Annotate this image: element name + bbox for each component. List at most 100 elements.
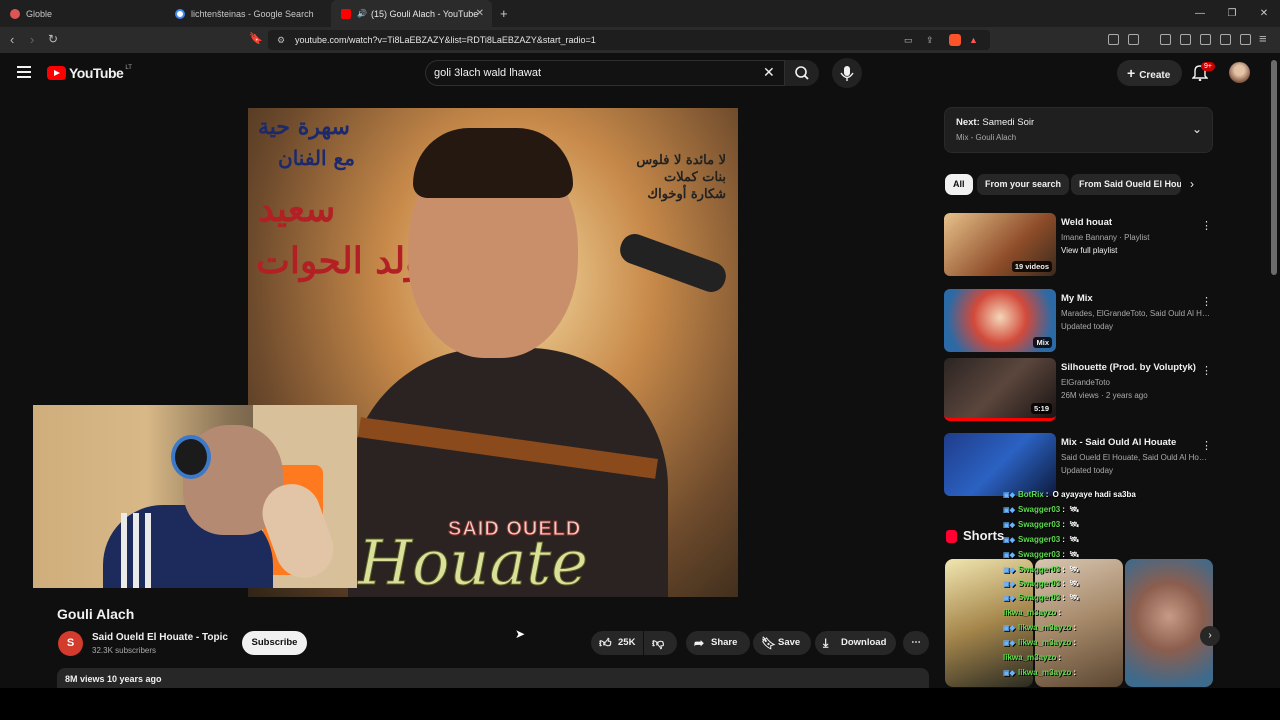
rewards-icon[interactable]: ▲ xyxy=(969,30,978,50)
like-button[interactable]: 👍︎ 25K xyxy=(591,631,643,655)
video-overlay-name: SAID OUELD xyxy=(447,518,582,541)
tab-globle[interactable]: Globle xyxy=(0,0,165,27)
chat-badge-icon: ▣◆ xyxy=(1003,567,1015,574)
share-page-icon[interactable]: ⇪ xyxy=(926,30,934,50)
recommendation-thumbnail[interactable]: 19 videos xyxy=(944,213,1056,276)
recommendation-thumbnail[interactable]: Mix xyxy=(944,289,1056,352)
tab-youtube[interactable]: 🔊 (15) Gouli Alach - YouTube ✕ xyxy=(331,0,492,27)
channel-name[interactable]: Said Oueld El Houate - Topic xyxy=(92,632,228,643)
restore-icon[interactable]: ❐ xyxy=(1216,0,1248,27)
chat-username: likwa_m3ayzo xyxy=(1018,638,1072,647)
recommendation-title[interactable]: Silhouette (Prod. by Voluptyk) xyxy=(1061,362,1201,373)
recommendation-item[interactable]: 5:19 Silhouette (Prod. by Voluptyk) ElGr… xyxy=(944,358,1214,422)
create-button[interactable]: + Create xyxy=(1117,60,1182,86)
chat-username: Swagger03 xyxy=(1018,520,1061,529)
kebab-menu-icon[interactable]: ⋮ xyxy=(1201,364,1212,377)
account-avatar[interactable] xyxy=(1229,62,1250,83)
recommendation-thumbnail[interactable] xyxy=(944,433,1056,496)
chip-all[interactable]: All xyxy=(945,174,973,195)
share-label: Share xyxy=(711,637,738,648)
clear-search-icon[interactable]: ✕ xyxy=(763,64,775,81)
reader-icon[interactable] xyxy=(1128,34,1139,45)
next-subtitle: Mix - Gouli Alach xyxy=(956,133,1017,142)
recommendation-item[interactable]: Mix - Said Ould Al Houate Said Oueld El … xyxy=(944,433,1214,497)
music-icon[interactable] xyxy=(1160,34,1171,45)
cast-icon[interactable]: ▭ xyxy=(904,30,913,50)
browser-nav-bar: ‹ › ↻ 🔖 ⚙ youtube.com/watch?v=Ti8LaEBZAZ… xyxy=(0,27,1280,53)
recommendation-title[interactable]: Weld houat xyxy=(1061,217,1201,228)
page-scrollbar[interactable] xyxy=(1271,60,1277,275)
back-icon[interactable]: ‹ xyxy=(10,32,14,47)
chat-username: likwa_m3ayzo xyxy=(1003,608,1057,617)
short-thumbnail[interactable] xyxy=(1125,559,1213,687)
jersey-stripe xyxy=(121,513,127,588)
shorts-next-button[interactable]: › xyxy=(1200,626,1220,646)
thumbs-up-icon: 👍︎ xyxy=(599,636,612,650)
recommendation-channel: Marades, ElGrandeToto, Said Ould Al Houa… xyxy=(1061,309,1211,318)
search-input[interactable]: goli 3lach wald lhawat xyxy=(425,60,785,86)
recommendation-thumbnail[interactable]: 5:19 xyxy=(944,358,1056,421)
chip-from-your-search[interactable]: From your search xyxy=(977,174,1070,195)
wallet-icon[interactable] xyxy=(1200,34,1211,45)
chat-badge-icon: ▣◆ xyxy=(1003,625,1015,632)
recommendation-item[interactable]: Mix My Mix Marades, ElGrandeToto, Said O… xyxy=(944,289,1214,353)
save-button[interactable]: 🔖︎ Save xyxy=(753,631,811,655)
chat-emote-icon: 🛰 xyxy=(1069,593,1080,602)
sidebar-toggle-icon[interactable] xyxy=(1180,34,1191,45)
vpn-icon[interactable] xyxy=(1240,34,1251,45)
tab-google-search[interactable]: lichtenšteinas - Google Search xyxy=(165,0,330,27)
share-button[interactable]: ➦ Share xyxy=(686,631,750,655)
brave-shield-icon[interactable] xyxy=(949,34,961,46)
search-icon xyxy=(795,66,809,80)
chat-text: O ayayaye hadi sa3ba xyxy=(1052,490,1136,499)
close-tab-icon[interactable]: ✕ xyxy=(476,8,484,19)
menu-icon[interactable]: ≡ xyxy=(1259,31,1267,46)
chat-badge-icon: ▣◆ xyxy=(1003,595,1015,602)
minimize-icon[interactable]: — xyxy=(1184,0,1216,27)
youtube-logo[interactable]: YouTube LT xyxy=(47,65,132,81)
kebab-menu-icon[interactable]: ⋮ xyxy=(1201,219,1212,232)
extensions-icon[interactable] xyxy=(1108,34,1119,45)
more-actions-button[interactable]: ⋯ xyxy=(903,631,929,655)
recommendation-channel: ElGrandeToto xyxy=(1061,378,1110,387)
chat-message: ▣◆ likwa_m3ayzo: xyxy=(1003,668,1077,677)
notification-count-badge: 9+ xyxy=(1201,62,1215,71)
up-next-panel[interactable]: Next: Samedi Soir Mix - Gouli Alach ⌄ xyxy=(944,107,1213,153)
leo-icon[interactable] xyxy=(1220,34,1231,45)
description-box[interactable]: 8M views 10 years ago xyxy=(57,668,929,690)
voice-search-button[interactable] xyxy=(832,58,862,88)
chevron-right-icon[interactable]: › xyxy=(1190,177,1194,191)
views-and-date: 8M views 10 years ago xyxy=(65,674,162,684)
recommendation-item[interactable]: 19 videos Weld houat Imane Bannany · Pla… xyxy=(944,213,1214,277)
create-label: Create xyxy=(1139,70,1171,81)
recommendation-title[interactable]: Mix - Said Ould Al Houate xyxy=(1061,437,1201,448)
kebab-menu-icon[interactable]: ⋮ xyxy=(1201,439,1212,452)
kebab-menu-icon[interactable]: ⋮ xyxy=(1201,295,1212,308)
view-full-playlist-link[interactable]: View full playlist xyxy=(1061,246,1117,255)
recommendation-title[interactable]: My Mix xyxy=(1061,293,1201,304)
video-arabic-line-1: سهرة حية xyxy=(258,114,350,140)
video-microphone xyxy=(616,230,730,296)
channel-avatar[interactable]: S xyxy=(58,631,83,656)
close-window-icon[interactable]: ✕ xyxy=(1248,0,1280,27)
site-settings-icon[interactable]: ⚙ xyxy=(277,30,285,50)
dislike-button[interactable]: 👎︎ xyxy=(644,631,677,655)
bookmark-icon[interactable]: 🔖 xyxy=(249,32,263,45)
address-bar[interactable]: ⚙ youtube.com/watch?v=Ti8LaEBZAZY&list=R… xyxy=(268,30,990,50)
video-arabic-line-4: ولد الحوات xyxy=(256,240,423,282)
youtube-icon xyxy=(341,8,351,19)
subscribe-button[interactable]: Subscribe xyxy=(242,631,307,655)
download-button[interactable]: ⤓ Download xyxy=(815,631,896,655)
chip-from-channel[interactable]: From Said Oueld El Houate xyxy=(1071,174,1181,195)
reload-icon[interactable]: ↻ xyxy=(48,32,58,46)
chat-message: ▣◆ likwa_m3ayzo: xyxy=(1003,623,1077,632)
chat-emote-icon: 🛰 xyxy=(1069,565,1080,574)
chevron-down-icon[interactable]: ⌄ xyxy=(1192,122,1202,136)
jersey-stripe xyxy=(133,513,139,588)
chat-emote-icon: 🛰 xyxy=(1069,579,1080,588)
search-button[interactable] xyxy=(785,60,819,86)
forward-icon[interactable]: › xyxy=(30,32,34,47)
hamburger-menu-icon[interactable] xyxy=(17,66,31,81)
chat-username: Swagger03 xyxy=(1018,535,1061,544)
new-tab-button[interactable]: + xyxy=(500,6,508,21)
